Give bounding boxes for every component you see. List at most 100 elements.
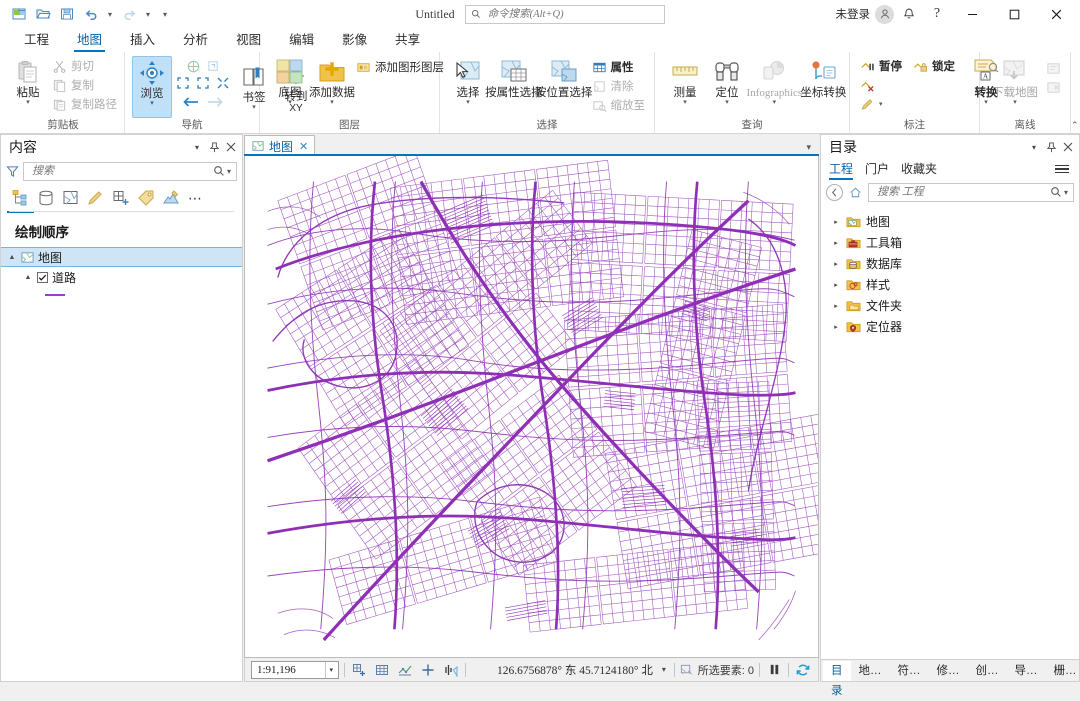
ribbon-tab-map[interactable]: 地图 bbox=[63, 29, 116, 52]
contents-close-icon[interactable] bbox=[223, 138, 239, 156]
catalog-close-icon[interactable] bbox=[1060, 138, 1076, 156]
filter-funnel-icon[interactable] bbox=[6, 165, 19, 178]
copy-button[interactable]: 复制 bbox=[50, 76, 122, 94]
add-bookmark-icon[interactable] bbox=[350, 661, 368, 679]
select-button[interactable]: 选择 ▾ bbox=[448, 56, 488, 107]
catalog-item-databases[interactable]: ▸ 数据库 bbox=[821, 253, 1079, 274]
catalog-item-locators[interactable]: ▸ 定位器 bbox=[821, 316, 1079, 337]
catalog-item-folders[interactable]: ▸ 文件夹 bbox=[821, 295, 1079, 316]
locate-button[interactable]: 定位 ▾ bbox=[707, 56, 747, 107]
notifications-bell-icon[interactable] bbox=[896, 3, 922, 25]
contents-search-box[interactable]: ▾ bbox=[23, 162, 237, 181]
contents-search-input[interactable] bbox=[30, 164, 213, 178]
map-scale-box[interactable]: 1:91,196 ▾ bbox=[251, 661, 339, 679]
sign-in-status[interactable]: 未登录 bbox=[836, 6, 871, 22]
ribbon-tab-project[interactable]: 工程 bbox=[10, 29, 63, 52]
line-symbol-swatch[interactable] bbox=[45, 294, 65, 296]
label-style-button[interactable]: ▾ bbox=[858, 95, 907, 113]
explore-dropdown-icon[interactable]: ▾ bbox=[150, 100, 154, 107]
catalog-home-icon[interactable] bbox=[847, 184, 864, 201]
bottom-tab-6[interactable]: 导… bbox=[1007, 661, 1046, 681]
open-bookmarks-icon[interactable] bbox=[373, 661, 391, 679]
coordinate-conversion-button[interactable]: 坐标转换 bbox=[802, 56, 845, 100]
list-by-editing-icon[interactable] bbox=[84, 187, 107, 210]
catalog-tab-favorites[interactable]: 收藏夹 bbox=[901, 160, 937, 179]
fixed-zoom-icon[interactable] bbox=[204, 58, 222, 74]
catalog-hamburger-menu-icon[interactable] bbox=[1053, 163, 1071, 176]
ribbon-tab-imagery[interactable]: 影像 bbox=[328, 29, 381, 52]
undo-icon[interactable] bbox=[80, 3, 102, 25]
sync-offline-icon-btn[interactable] bbox=[1044, 59, 1066, 77]
zoom-out-corner-icon[interactable] bbox=[214, 75, 232, 91]
minimize-button[interactable] bbox=[952, 0, 992, 28]
add-data-button[interactable]: 添加数据 ▾ bbox=[312, 56, 352, 107]
more-options-icon[interactable]: ⋯ bbox=[184, 187, 207, 210]
measure-button[interactable]: 测量 ▾ bbox=[665, 56, 705, 107]
catalog-item-styles[interactable]: ▸ 样式 bbox=[821, 274, 1079, 295]
select-dropdown-icon[interactable]: ▾ bbox=[466, 99, 470, 106]
list-by-data-source-icon[interactable] bbox=[34, 187, 57, 210]
label-style-dropdown-icon[interactable]: ▾ bbox=[879, 100, 883, 108]
catalog-tab-portal[interactable]: 门户 bbox=[865, 160, 889, 179]
ribbon-tab-share[interactable]: 共享 bbox=[381, 29, 434, 52]
remove-offline-icon-btn[interactable] bbox=[1044, 78, 1066, 96]
expand-arrow-icon[interactable]: ▸ bbox=[831, 217, 841, 227]
lock-labels-button[interactable]: 锁定 bbox=[911, 57, 960, 75]
toc-layer-row[interactable]: ▲ 道路 bbox=[1, 267, 242, 287]
ribbon-tab-view[interactable]: 视图 bbox=[222, 29, 275, 52]
save-project-icon[interactable] bbox=[56, 3, 78, 25]
expand-arrow-icon[interactable]: ▸ bbox=[831, 322, 841, 332]
avatar[interactable] bbox=[875, 5, 894, 24]
select-by-location-button[interactable]: 按位置选择 bbox=[540, 56, 588, 100]
help-icon[interactable]: ? bbox=[924, 3, 950, 25]
add-graphics-layer-button[interactable]: 添加图形图层 bbox=[354, 58, 449, 76]
cut-button[interactable]: 剪切 bbox=[50, 57, 122, 75]
select-by-attributes-button[interactable]: 按属性选择 bbox=[490, 56, 538, 100]
list-by-symbology-icon[interactable] bbox=[159, 187, 182, 210]
map-scale-properties-icon[interactable] bbox=[396, 661, 414, 679]
bottom-tab-4[interactable]: 修… bbox=[929, 661, 968, 681]
bottom-tab-5[interactable]: 创… bbox=[968, 661, 1007, 681]
bottom-tab-7[interactable]: 栅… bbox=[1046, 661, 1080, 681]
download-map-button[interactable]: 下载地图 ▾ bbox=[988, 56, 1042, 107]
previous-extent-icon[interactable] bbox=[182, 94, 200, 110]
infographics-button[interactable]: Infographics ▾ bbox=[749, 56, 800, 107]
bottom-tab-2[interactable]: 地… bbox=[851, 661, 890, 681]
redo-icon[interactable] bbox=[118, 3, 140, 25]
clear-selection-button[interactable]: 清除 bbox=[590, 77, 651, 95]
map-canvas[interactable] bbox=[244, 156, 819, 658]
coordinates-dropdown-icon[interactable]: ▾ bbox=[662, 665, 666, 674]
catalog-menu-icon[interactable]: ▾ bbox=[1026, 138, 1042, 156]
open-project-icon[interactable] bbox=[32, 3, 54, 25]
bookmarks-dropdown-icon[interactable]: ▾ bbox=[252, 104, 256, 111]
paste-button[interactable]: 粘贴 ▾ bbox=[8, 56, 48, 107]
command-search-input[interactable] bbox=[486, 8, 659, 21]
close-button[interactable] bbox=[1036, 0, 1076, 28]
undo-dropdown-icon[interactable]: ▾ bbox=[104, 3, 116, 25]
expand-arrow-icon[interactable]: ▲ bbox=[23, 272, 33, 282]
catalog-pin-icon[interactable] bbox=[1043, 138, 1059, 156]
command-search-box[interactable] bbox=[465, 5, 665, 24]
expand-arrow-icon[interactable]: ▸ bbox=[831, 280, 841, 290]
pause-drawing-icon[interactable] bbox=[765, 661, 783, 679]
attributes-button[interactable]: 属性 bbox=[590, 58, 651, 76]
customize-qat-icon[interactable]: ▾ bbox=[156, 3, 174, 25]
list-by-snapping-icon[interactable] bbox=[109, 187, 132, 210]
infographics-dropdown-icon[interactable]: ▾ bbox=[773, 99, 777, 106]
copy-path-button[interactable]: 复制路径 bbox=[50, 95, 122, 113]
contents-menu-icon[interactable]: ▾ bbox=[189, 138, 205, 156]
catalog-search-box[interactable]: ▾ bbox=[868, 183, 1074, 202]
catalog-item-maps[interactable]: ▸ 地图 bbox=[821, 211, 1079, 232]
view-unplaced-labels-button[interactable] bbox=[858, 76, 907, 94]
contents-search-dropdown-icon[interactable]: ▾ bbox=[225, 167, 233, 176]
explore-button[interactable]: 浏览 ▾ bbox=[132, 56, 172, 118]
map-tab[interactable]: 地图 ✕ bbox=[244, 135, 315, 156]
contents-pin-icon[interactable] bbox=[206, 138, 222, 156]
redo-dropdown-icon[interactable]: ▾ bbox=[142, 3, 154, 25]
locate-dropdown-icon[interactable]: ▾ bbox=[725, 99, 729, 106]
catalog-back-icon[interactable] bbox=[826, 184, 843, 201]
add-location-icon[interactable] bbox=[419, 661, 437, 679]
basemap-dropdown-icon[interactable]: ▾ bbox=[288, 99, 292, 106]
catalog-tab-project[interactable]: 工程 bbox=[829, 160, 853, 179]
list-by-labeling-icon[interactable] bbox=[134, 187, 157, 210]
